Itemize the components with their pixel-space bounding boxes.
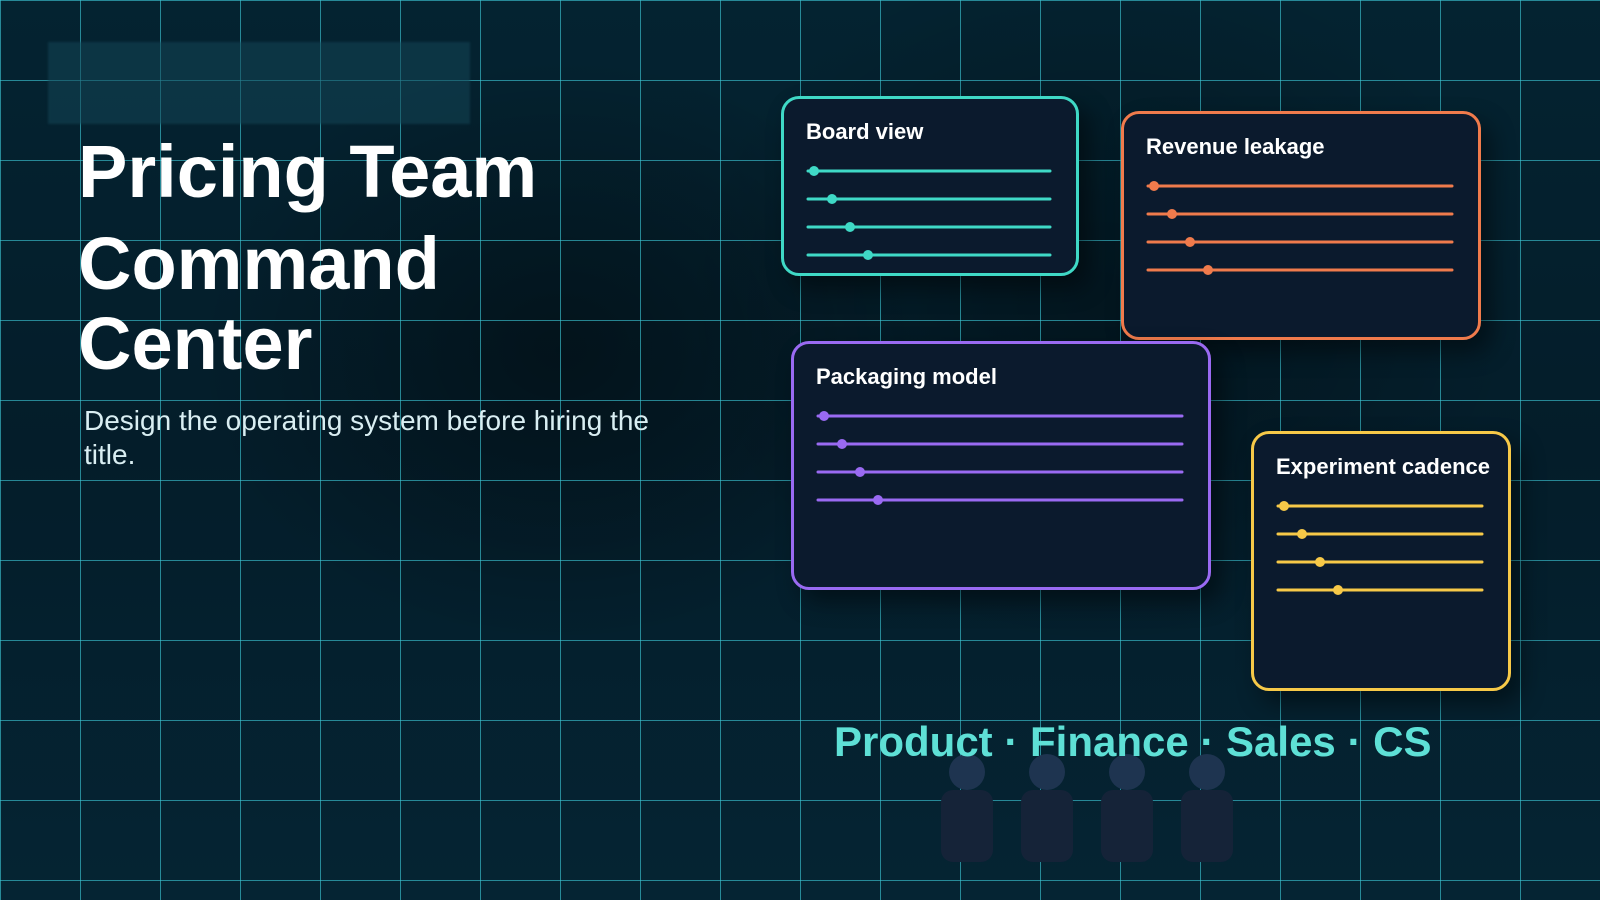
card-lines	[1146, 181, 1454, 275]
slider-knob	[1203, 265, 1213, 275]
card-revenue-leakage: Revenue leakage	[1121, 111, 1481, 340]
slide-subtitle: Design the operating system before hirin…	[84, 405, 649, 470]
slider-knob	[873, 495, 883, 505]
person-icon	[941, 754, 993, 874]
person-icon	[1021, 754, 1073, 874]
slider-knob	[1297, 529, 1307, 539]
slide-title: Pricing Team Command Center	[78, 132, 718, 384]
slider-knob	[863, 250, 873, 260]
title-line-3: Center	[78, 301, 313, 385]
person-icon	[1181, 754, 1233, 874]
slider-knob	[1167, 209, 1177, 219]
faded-header-panel	[48, 42, 470, 124]
card-experiment-cadence: Experiment cadence	[1251, 431, 1511, 691]
slider-knob	[809, 166, 819, 176]
slider-knob	[1333, 585, 1343, 595]
card-packaging-model: Packaging model	[791, 341, 1211, 590]
slider-knob	[855, 467, 865, 477]
slider-knob	[1185, 237, 1195, 247]
title-line-2: Command	[78, 221, 440, 305]
slider-knob	[1279, 501, 1289, 511]
card-board-view: Board view	[781, 96, 1079, 276]
card-lines	[1276, 501, 1484, 595]
slider-knob	[819, 411, 829, 421]
slider-knob	[1315, 557, 1325, 567]
team-functions-label: Product · Finance · Sales · CS	[834, 718, 1432, 765]
slider-knob	[837, 439, 847, 449]
person-icon	[1101, 754, 1153, 874]
slider-knob	[827, 194, 837, 204]
slider-knob	[1149, 181, 1159, 191]
card-lines	[806, 166, 1052, 260]
slider-knob	[845, 222, 855, 232]
card-lines	[816, 411, 1184, 505]
title-line-1: Pricing Team	[78, 130, 538, 213]
